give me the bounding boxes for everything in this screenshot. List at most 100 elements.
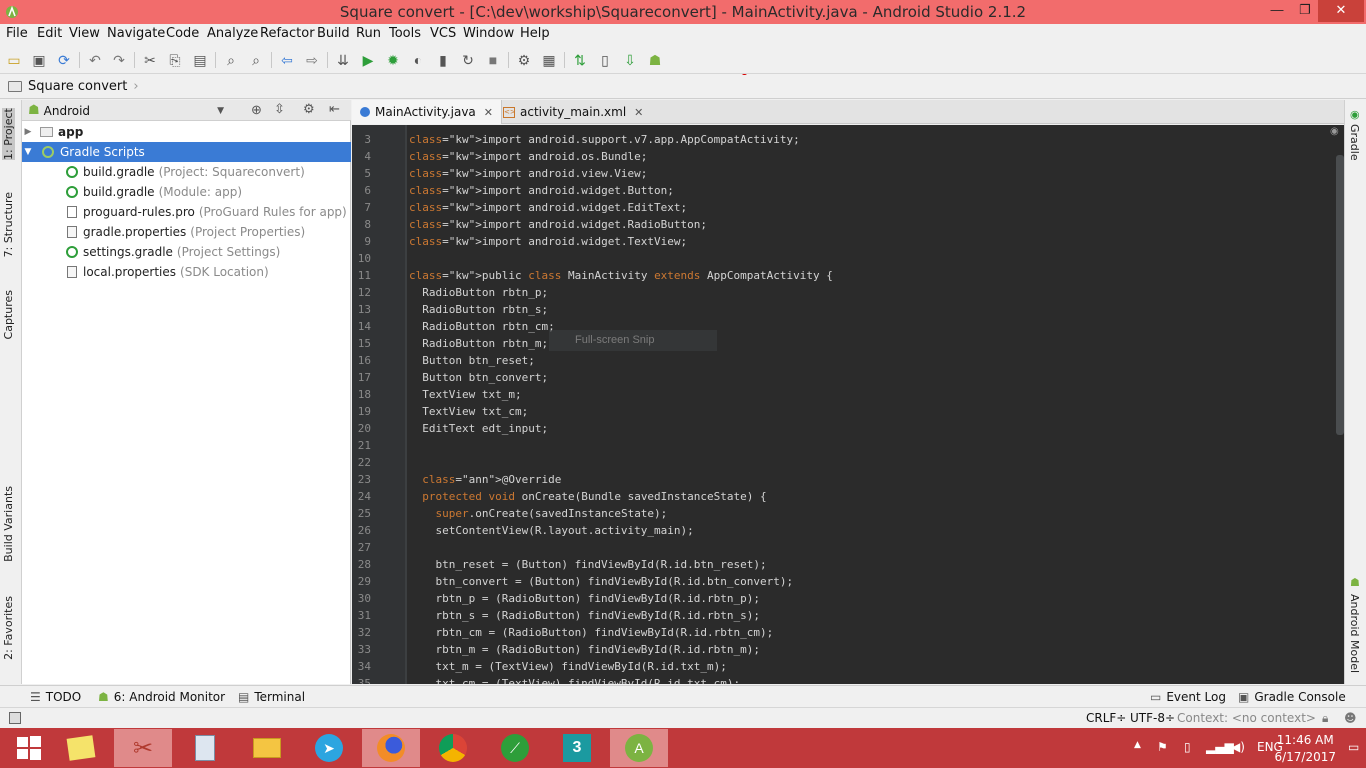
project-structure-icon[interactable]: ⚙ bbox=[515, 51, 533, 69]
settings-icon[interactable]: ▦ bbox=[540, 51, 558, 69]
menu-run[interactable]: Run bbox=[356, 26, 381, 41]
undo-icon[interactable]: ↶ bbox=[86, 51, 104, 69]
tab-mainactivity-java[interactable]: MainActivity.java ✕ bbox=[352, 100, 502, 124]
taskbar-telegram[interactable]: ➤ bbox=[300, 729, 358, 767]
taskbar-calculator[interactable] bbox=[176, 729, 234, 767]
lock-icon[interactable]: 🔒︎ bbox=[1322, 711, 1328, 726]
tool-window-toggle-icon[interactable] bbox=[9, 712, 21, 724]
eye-icon[interactable]: ◉ bbox=[1330, 126, 1342, 137]
hide-panel-icon[interactable]: ⇤ bbox=[329, 101, 340, 117]
android-device-monitor-icon[interactable]: ☗ bbox=[646, 51, 664, 69]
menu-analyze[interactable]: Analyze bbox=[207, 26, 258, 41]
taskbar-file-explorer[interactable] bbox=[238, 729, 296, 767]
collapse-all-icon[interactable]: ⇳ bbox=[274, 101, 285, 117]
vertical-scrollbar[interactable] bbox=[1336, 155, 1344, 435]
tab-android-monitor[interactable]: ☗ 6: Android Monitor bbox=[98, 690, 225, 704]
sync-icon[interactable]: ⟳ bbox=[55, 51, 73, 69]
tab-favorites[interactable]: 2: Favorites bbox=[2, 596, 15, 660]
menu-vcs[interactable]: VCS bbox=[430, 26, 456, 41]
avd-manager-icon[interactable]: ▯ bbox=[596, 51, 614, 69]
taskbar-sticky-notes[interactable] bbox=[52, 729, 110, 767]
close-tab-icon[interactable]: ✕ bbox=[484, 106, 493, 119]
replace-icon[interactable]: ⌕ bbox=[247, 51, 265, 69]
sdk-manager-icon[interactable]: ⇩ bbox=[621, 51, 639, 69]
line-separator-widget[interactable]: CRLF÷ bbox=[1086, 711, 1126, 725]
breadcrumb[interactable]: Square convert › bbox=[8, 79, 139, 94]
menu-file[interactable]: File bbox=[6, 26, 28, 41]
tree-item-proguard-rules[interactable]: proguard-rules.pro (ProGuard Rules for a… bbox=[22, 202, 351, 222]
cut-icon[interactable]: ✂ bbox=[141, 51, 159, 69]
tab-captures[interactable]: Captures bbox=[2, 290, 15, 339]
menu-view[interactable]: View bbox=[69, 26, 100, 41]
minimize-button[interactable]: — bbox=[1262, 0, 1292, 22]
tree-item-gradle-properties[interactable]: gradle.properties (Project Properties) bbox=[22, 222, 351, 242]
show-hidden-icons-icon[interactable]: ▲ bbox=[1134, 740, 1141, 750]
tree-item-settings-gradle[interactable]: settings.gradle (Project Settings) bbox=[22, 242, 351, 262]
battery-icon[interactable]: ▯ bbox=[1184, 740, 1191, 754]
apply-changes-icon[interactable]: ↻ bbox=[459, 51, 477, 69]
volume-icon[interactable]: ◀) bbox=[1231, 740, 1245, 754]
start-button[interactable] bbox=[0, 729, 58, 767]
tree-item-build-gradle-module[interactable]: build.gradle (Module: app) bbox=[22, 182, 351, 202]
copy-icon[interactable]: ⎘ bbox=[166, 51, 184, 69]
tab-project[interactable]: 1: Project bbox=[2, 108, 15, 160]
maximize-button[interactable]: ❐ bbox=[1290, 0, 1320, 22]
menu-edit[interactable]: Edit bbox=[37, 26, 62, 41]
tab-activity-main-xml[interactable]: <> activity_main.xml ✕ bbox=[495, 100, 651, 124]
taskbar-app-green[interactable]: ⟋ bbox=[486, 729, 544, 767]
save-icon[interactable]: ▣ bbox=[30, 51, 48, 69]
tree-item-gradle-scripts[interactable]: ▼ Gradle Scripts bbox=[22, 142, 351, 162]
tab-gradle-console[interactable]: ▣ Gradle Console bbox=[1238, 690, 1346, 704]
menu-build[interactable]: Build bbox=[317, 26, 350, 41]
breadcrumb-project[interactable]: Square convert bbox=[28, 79, 127, 94]
tree-item-local-properties[interactable]: local.properties (SDK Location) bbox=[22, 262, 351, 282]
inspector-icon[interactable]: ☻ bbox=[1344, 711, 1357, 725]
taskbar-chrome[interactable] bbox=[424, 729, 482, 767]
run-icon[interactable]: ▶ bbox=[359, 51, 377, 69]
collapse-arrow-icon[interactable]: ▼ bbox=[22, 147, 34, 157]
back-icon[interactable]: ⇦ bbox=[278, 51, 296, 69]
open-folder-icon[interactable]: ▭ bbox=[5, 51, 23, 69]
project-view-selector[interactable]: ☗ Android ▼ bbox=[28, 102, 224, 119]
tab-gradle[interactable]: Gradle bbox=[1348, 124, 1361, 161]
gear-icon[interactable]: ⚙ bbox=[303, 101, 315, 117]
action-center-flag-icon[interactable]: ⚑ bbox=[1157, 740, 1168, 754]
tab-terminal[interactable]: ▤ Terminal bbox=[238, 690, 305, 704]
paste-icon[interactable]: ▤ bbox=[191, 51, 209, 69]
context-widget[interactable]: Context: <no context> bbox=[1177, 711, 1316, 725]
close-button[interactable]: ✕ bbox=[1318, 0, 1364, 22]
make-project-icon[interactable]: ⇊ bbox=[334, 51, 352, 69]
stop-icon[interactable]: ■ bbox=[484, 51, 502, 69]
scroll-from-source-icon[interactable]: ⊕ bbox=[251, 102, 262, 118]
tab-build-variants[interactable]: Build Variants bbox=[2, 486, 15, 562]
tab-todo[interactable]: ☰ TODO bbox=[30, 690, 81, 704]
taskbar-firefox[interactable] bbox=[362, 729, 420, 767]
taskbar-3ds-max[interactable]: 3 bbox=[548, 729, 606, 767]
menu-navigate[interactable]: Navigate bbox=[107, 26, 165, 41]
menu-code[interactable]: Code bbox=[166, 26, 199, 41]
tree-item-app[interactable]: ▶ app bbox=[22, 122, 351, 142]
gradle-sync-icon[interactable]: ⇅ bbox=[571, 51, 589, 69]
debug-icon[interactable]: ✹ bbox=[384, 51, 402, 69]
close-tab-icon[interactable]: ✕ bbox=[634, 106, 643, 119]
menu-tools[interactable]: Tools bbox=[389, 26, 421, 41]
tab-android-model[interactable]: Android Model bbox=[1348, 594, 1361, 673]
menu-refactor[interactable]: Refactor bbox=[260, 26, 315, 41]
notifications-icon[interactable]: ▭ bbox=[1348, 740, 1359, 754]
system-clock[interactable]: 11:46 AM 6/17/2017 bbox=[1274, 732, 1336, 766]
attach-debugger-icon[interactable]: ▮ bbox=[434, 51, 452, 69]
code-editor[interactable]: 3 class="kw">import android.support.v7.ap… bbox=[352, 125, 1344, 684]
coverage-icon[interactable]: ◐ bbox=[409, 51, 427, 69]
menu-help[interactable]: Help bbox=[520, 26, 550, 41]
tab-event-log[interactable]: ▭ Event Log bbox=[1150, 690, 1226, 704]
redo-icon[interactable]: ↷ bbox=[110, 51, 128, 69]
taskbar-snipping-tool[interactable]: ✂ bbox=[114, 729, 172, 767]
menu-window[interactable]: Window bbox=[463, 26, 514, 41]
encoding-widget[interactable]: UTF-8÷ bbox=[1130, 711, 1175, 725]
tree-item-build-gradle-project[interactable]: build.gradle (Project: Squareconvert) bbox=[22, 162, 351, 182]
forward-icon[interactable]: ⇨ bbox=[303, 51, 321, 69]
expand-arrow-icon[interactable]: ▶ bbox=[22, 127, 34, 137]
find-icon[interactable]: ⌕ bbox=[222, 51, 240, 69]
network-icon[interactable]: ▂▄▆ bbox=[1206, 740, 1234, 754]
taskbar-android-studio[interactable]: A bbox=[610, 729, 668, 767]
